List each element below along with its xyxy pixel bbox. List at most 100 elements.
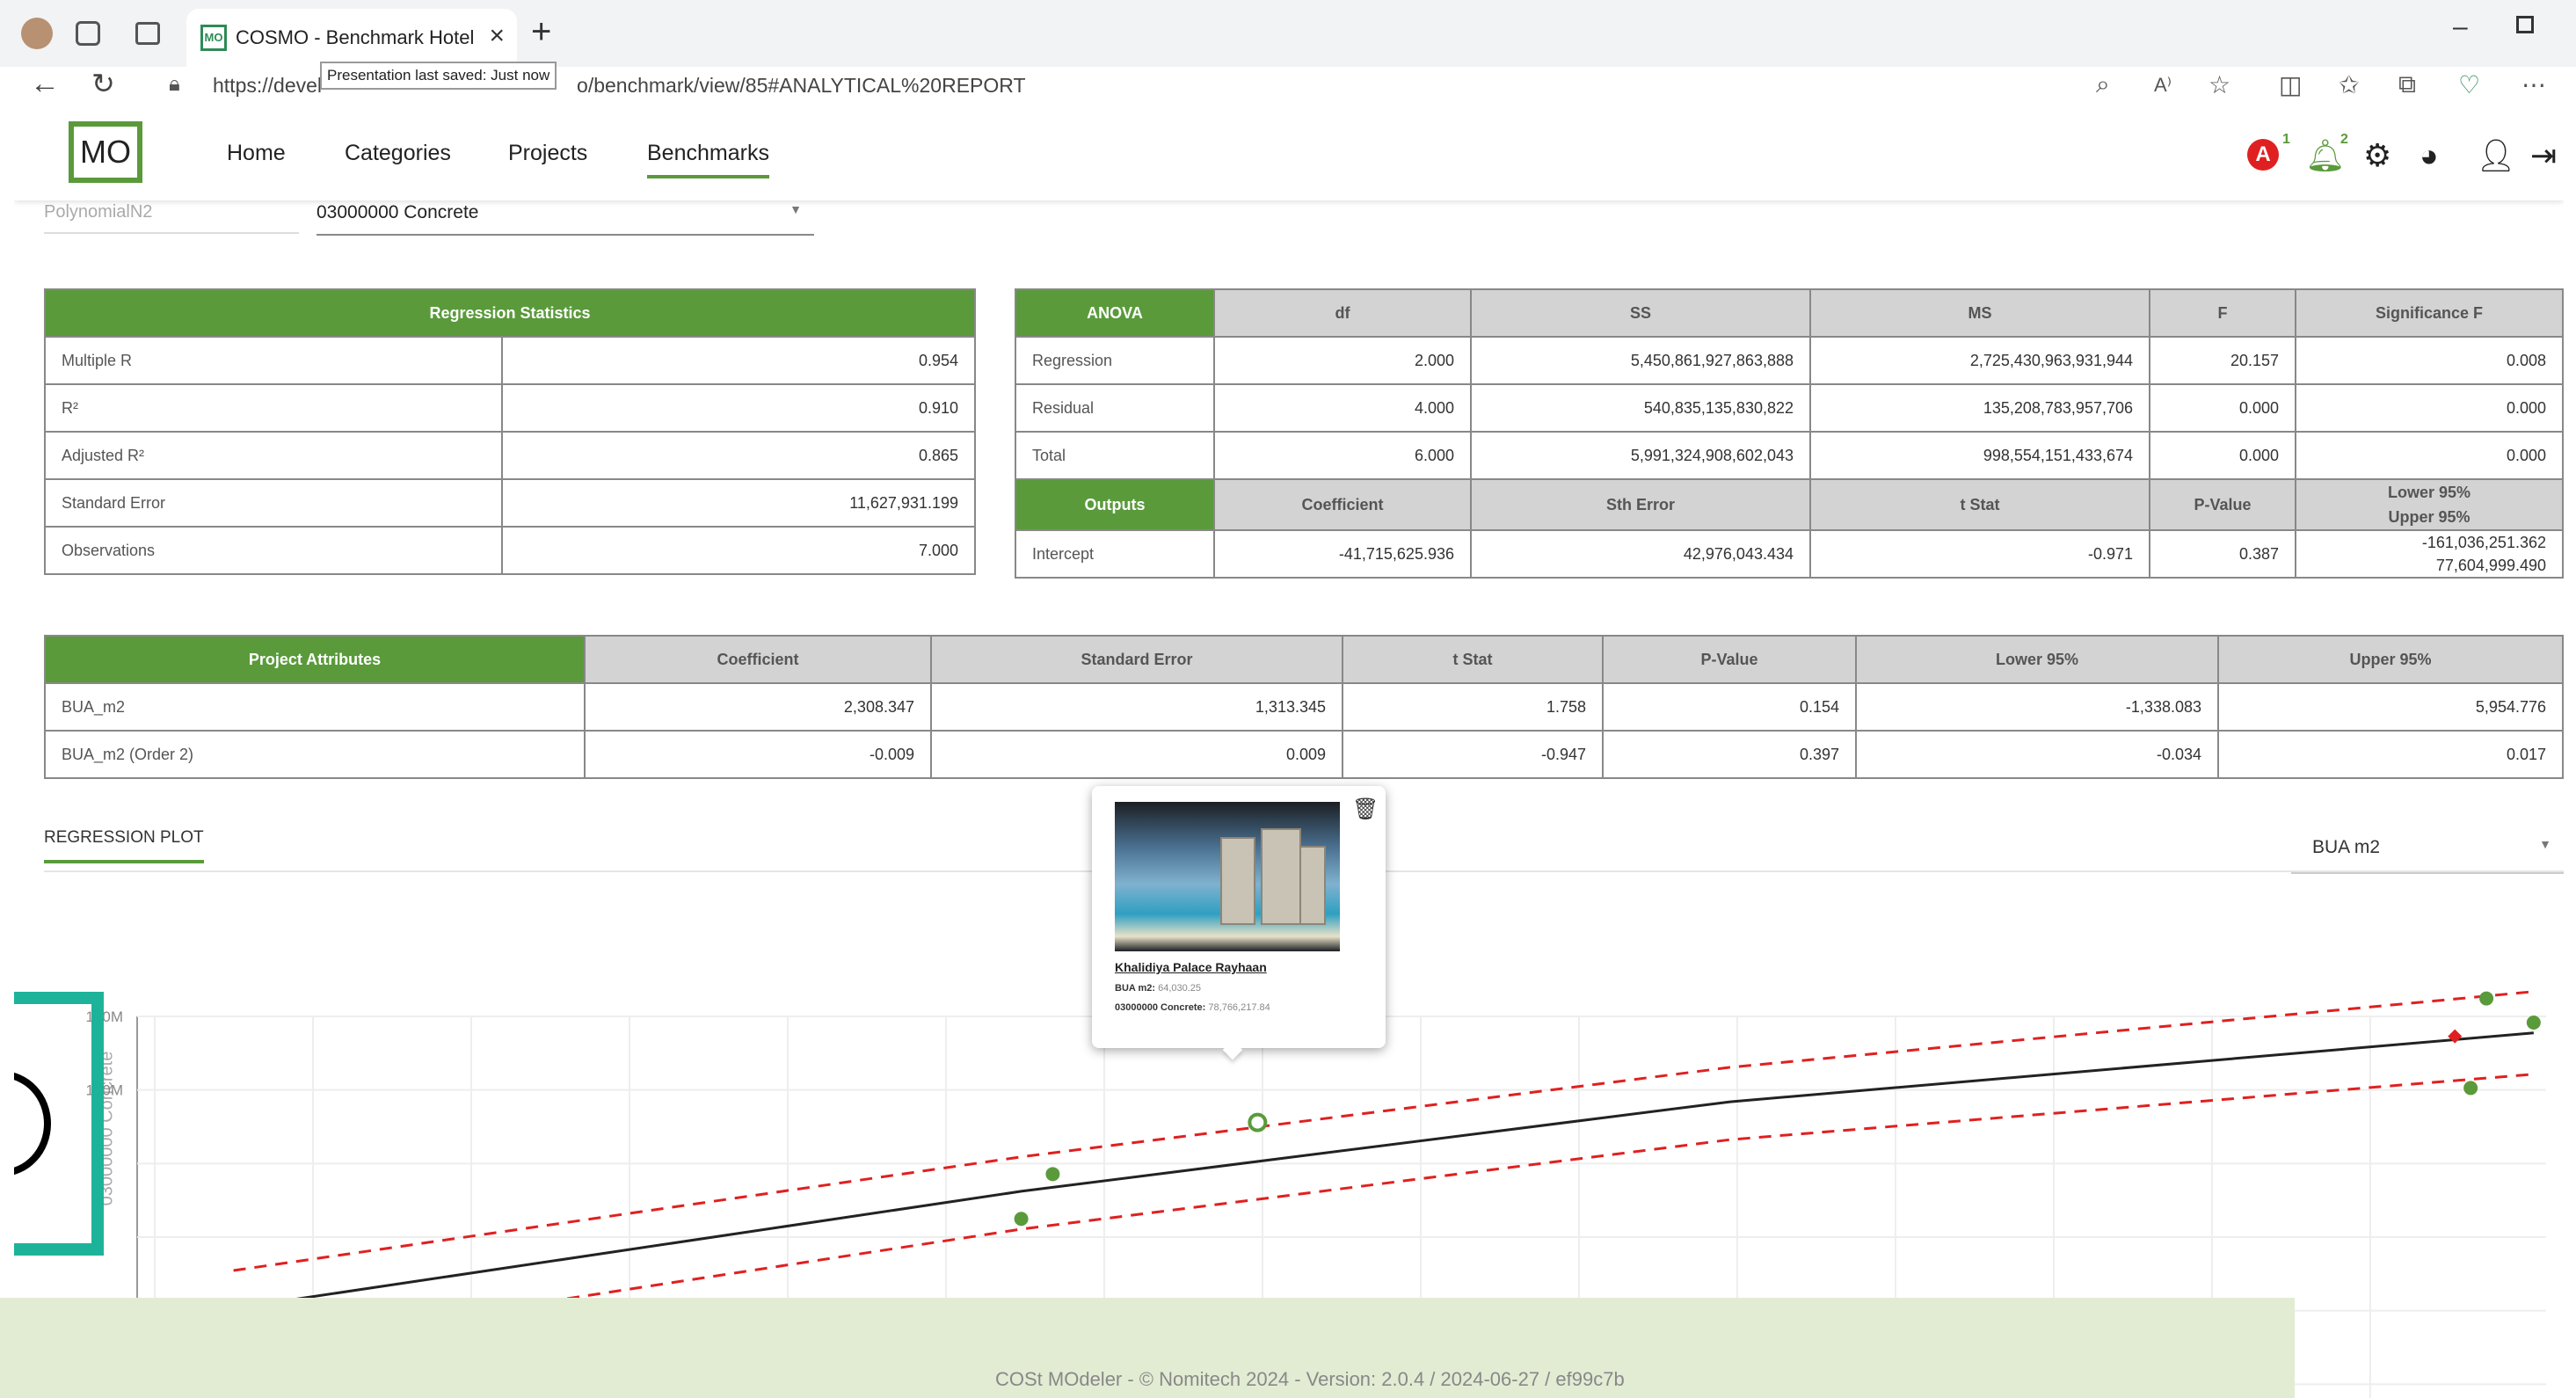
attr-cell: 1,313.345 [930,682,1343,732]
attr-cell: 0.397 [1602,730,1857,779]
tab-favicon-icon: MO [200,25,227,51]
column-header: df [1213,288,1472,338]
zoom-icon[interactable]: ⌕ [2096,70,2110,99]
app-viewport: MO Home Categories Projects Benchmarks A… [14,107,2564,1398]
nav-home[interactable]: Home [227,141,286,166]
intercept-lower-95: -161,036,251.362 [2421,534,2546,551]
anova-cell: Regression [1015,336,1215,385]
lock-icon[interactable]: 🔒︎ [169,72,180,97]
intercept-cell: -161,036,251.362 77,604,999.490 [2295,529,2564,579]
favorite-star-icon[interactable]: ☆ [2209,70,2230,99]
browser-tab-active[interactable]: MO COSMO - Benchmark Hotel by Flo × [186,9,517,67]
browser-titlebar: MO COSMO - Benchmark Hotel by Flo × + – [0,0,2576,67]
tab-close-icon[interactable]: × [489,21,505,51]
anova-cell: 0.000 [2149,431,2296,480]
regression-statistics-header: Regression Statistics [44,288,976,338]
stat-value: 0.865 [501,431,976,480]
anova-cell: 998,554,151,433,674 [1809,431,2150,480]
column-header: Lower 95% [1855,635,2219,684]
maximize-icon[interactable] [2516,16,2534,33]
column-header: MS [1809,288,2150,338]
more-menu-icon[interactable]: ⋯ [2521,70,2546,99]
nav-projects[interactable]: Projects [508,141,587,166]
table-header-row: ANOVA df SS MS F Significance F [1015,288,2564,338]
anova-cell: 540,835,135,830,822 [1470,383,1811,433]
cosmo-logo[interactable]: MO [69,121,142,183]
browser-essentials-icon[interactable]: ♡ [2458,70,2480,99]
anova-cell: 0.008 [2295,336,2564,385]
refresh-icon[interactable]: ↻ [91,67,115,100]
column-header: ANOVA [1015,288,1215,338]
tab-title: COSMO - Benchmark Hotel by Flo [236,26,473,48]
attr-cell: -0.947 [1342,730,1604,779]
collections-icon[interactable]: ⧉ [2398,70,2416,99]
attr-cell: 1.758 [1342,682,1604,732]
category-select[interactable]: 03000000 Concrete ▼ [317,199,814,236]
column-header: F [2149,288,2296,338]
attr-cell: 2,308.347 [584,682,932,732]
table-row: Multiple R 0.954 [44,336,976,385]
table-row: Residual 4.000 540,835,135,830,822 135,2… [1015,383,2564,433]
back-icon[interactable]: ← [30,67,60,101]
notification-bell-icon[interactable]: 🔔︎ [2305,137,2346,174]
nav-categories[interactable]: Categories [345,141,451,166]
url-field[interactable]: 🔒︎ https://devel o/benchmark/view/85#ANAL… [148,62,2108,106]
table-row: Observations 7.000 [44,526,976,575]
favorites-icon[interactable]: ✩ [2339,70,2359,99]
building-shape [1261,828,1301,925]
stat-label: Adjusted R² [44,431,503,480]
column-header: P-Value [1602,635,1857,684]
attr-cell: 0.154 [1602,682,1857,732]
attr-cell: BUA_m2 [44,682,586,732]
tab-regression-plot[interactable]: REGRESSION PLOT [44,828,204,863]
tab-actions-icon[interactable] [135,22,160,45]
user-icon[interactable]: 👤︎ [2476,137,2516,174]
alert-icon[interactable]: A [2247,139,2279,171]
project-bua: BUA m2: 64,030.25 [1115,983,1202,994]
intercept-cell: 42,976,043.434 [1470,529,1811,579]
column-header: Coefficient [1213,478,1472,531]
intercept-cell: Intercept [1015,529,1215,579]
intercept-upper-95: 77,604,999.490 [2435,557,2546,574]
saved-tooltip: Presentation last saved: Just now [320,62,557,90]
stat-value: 7.000 [501,526,976,575]
intercept-cell: -0.971 [1809,529,2150,579]
logout-icon[interactable]: ⇥ [2530,137,2557,174]
settings-gear-icon[interactable]: ⚙ [2363,137,2391,174]
chevron-down-icon: ▼ [790,202,802,216]
split-screen-icon[interactable]: ◫ [2279,70,2302,99]
app-header: MO Home Categories Projects Benchmarks A… [14,107,2564,200]
attr-cell: 0.017 [2217,730,2564,779]
read-aloud-icon[interactable]: A⁾ [2154,74,2172,97]
trash-icon[interactable]: 🗑︎ [1352,797,1379,822]
building-shape [1299,846,1326,925]
anova-cell: 0.000 [2295,383,2564,433]
nav-benchmarks[interactable]: Benchmarks [647,141,769,178]
column-header: Upper 95% [2217,635,2564,684]
column-header: Sth Error [1470,478,1811,531]
workspaces-icon[interactable] [76,21,100,46]
attr-cell: BUA_m2 (Order 2) [44,730,586,779]
attr-cell: 0.009 [930,730,1343,779]
profile-avatar-icon[interactable] [21,18,53,49]
project-concrete: 03000000 Concrete: 78,766,217.84 [1115,1002,1270,1013]
new-tab-icon[interactable]: + [531,12,551,52]
theme-palette-icon[interactable]: ◕ [2420,137,2439,174]
table-row: R² 0.910 [44,383,976,433]
anova-cell: Residual [1015,383,1215,433]
building-shape [1220,837,1255,925]
stat-value: 0.910 [501,383,976,433]
table-header-row: Project Attributes Coefficient Standard … [44,635,2564,684]
model-field[interactable]: PolynomialN2 [44,199,299,234]
minimize-icon[interactable]: – [2453,12,2468,42]
table-row: Adjusted R² 0.865 [44,431,976,480]
project-name-link[interactable]: Khalidiya Palace Rayhaan [1115,960,1267,974]
x-axis-select[interactable]: BUA m2 ▼ [2291,837,2564,874]
table-row: BUA_m2 (Order 2) -0.009 0.009 -0.947 0.3… [44,730,2564,779]
anova-table: ANOVA df SS MS F Significance F Regressi… [1015,288,2564,579]
bell-count: 2 [2340,132,2348,147]
intercept-cell: 0.387 [2149,529,2296,579]
column-header: Outputs [1015,478,1215,531]
anova-cell: 20.157 [2149,336,2296,385]
column-header: Lower 95% Upper 95% [2295,478,2564,531]
